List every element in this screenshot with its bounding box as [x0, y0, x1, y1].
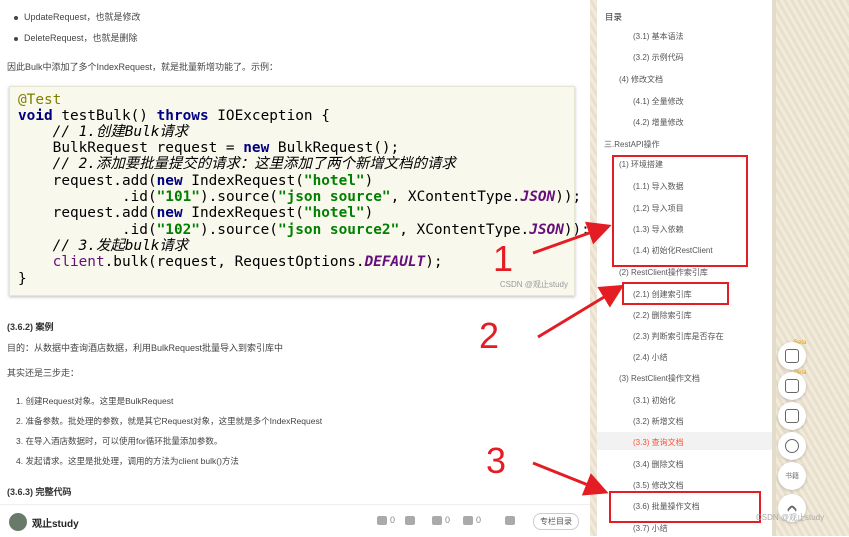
headset-icon	[785, 439, 799, 453]
arrow-3	[532, 461, 609, 496]
page-watermark: CSDN @观止study	[756, 513, 825, 522]
annotation-number-3: 3	[486, 440, 507, 481]
arrow-1	[532, 221, 612, 255]
customer-service-button[interactable]	[778, 432, 806, 460]
arrow-2	[537, 284, 625, 339]
ai-assistant-button[interactable]	[778, 342, 806, 370]
read-label: 书籍	[785, 473, 799, 480]
panel-icon	[785, 379, 799, 393]
annotation-number-1: 1	[493, 238, 514, 279]
sidebar-toggle-button[interactable]	[778, 372, 806, 400]
edit-icon	[785, 409, 799, 423]
doc-icon	[785, 349, 799, 363]
annotation-arrows	[532, 221, 625, 496]
edit-button[interactable]	[778, 402, 806, 430]
read-button[interactable]: 书籍	[778, 462, 806, 490]
annotation-number-2: 2	[479, 315, 500, 356]
